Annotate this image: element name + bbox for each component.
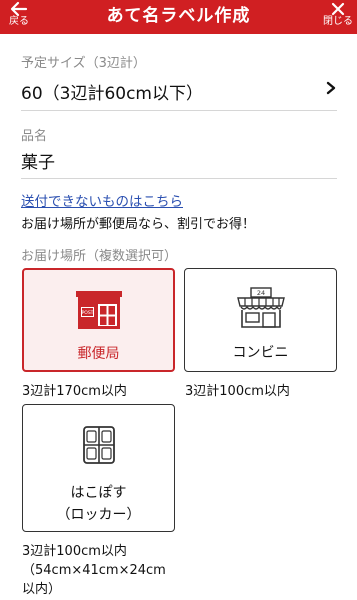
size-limit-note: 以内） — [22, 582, 62, 597]
close-icon — [331, 2, 345, 16]
card-label: はこぽす — [70, 485, 127, 501]
item-label: 品名 — [21, 129, 48, 144]
convenience-store-icon: 24 — [236, 287, 285, 328]
item-value-field[interactable]: 菓子 — [21, 148, 55, 173]
size-limit-note: 3辺計170cm以内 — [22, 384, 127, 399]
unsendable-items-link[interactable]: 送付できないものはこちら — [21, 190, 183, 210]
chevron-right-icon — [326, 81, 336, 95]
card-sublabel: （ロッカー） — [56, 507, 141, 523]
page-title: あて名ラベル作成 — [106, 6, 251, 26]
svg-text:POST: POST — [81, 310, 93, 316]
card-label: コンビニ — [232, 345, 289, 361]
svg-text:24: 24 — [256, 289, 264, 297]
destination-option-locker[interactable]: はこぽす （ロッカー） — [22, 404, 175, 532]
destination-label: お届け場所（複数選択可） — [21, 249, 178, 264]
size-select[interactable]: 60（3辺計60cm以下） — [0, 74, 357, 108]
header-bar: 戻る あて名ラベル作成 閉じる — [0, 0, 357, 34]
discount-notice: お届け場所が郵便局なら、割引でお得！ — [21, 217, 256, 232]
destination-option-post-office[interactable]: POST 郵便局 — [22, 268, 175, 372]
destination-option-convenience-store[interactable]: 24 コンビニ — [184, 268, 337, 372]
divider — [21, 110, 337, 111]
close-button[interactable]: 閉じる — [321, 0, 355, 34]
close-label: 閉じる — [323, 16, 353, 27]
divider — [21, 178, 337, 179]
post-office-icon: POST — [75, 291, 122, 329]
locker-icon — [82, 426, 115, 464]
size-label: 予定サイズ（3辺計） — [21, 56, 146, 71]
size-limit-note: 3辺計100cm以内 — [185, 384, 290, 399]
size-value: 60（3辺計60cm以下） — [21, 84, 203, 104]
size-limit-note: 3辺計100cm以内 — [22, 544, 127, 559]
size-limit-note: （54cm×41cm×24cm — [22, 563, 166, 578]
card-label: 郵便局 — [77, 346, 120, 362]
